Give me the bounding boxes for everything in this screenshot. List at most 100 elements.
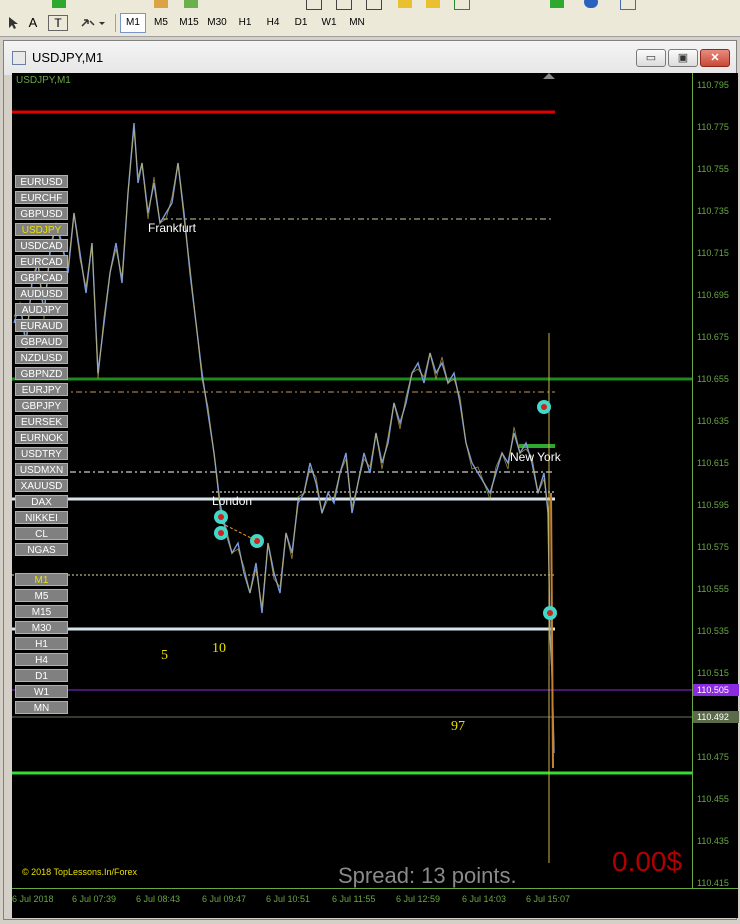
- symbol-button-usdcad[interactable]: USDCAD: [15, 239, 68, 252]
- text-tool-button[interactable]: A: [24, 13, 42, 33]
- symbol-button-usdjpy[interactable]: USDJPY: [15, 223, 68, 236]
- chart-canvas[interactable]: [12, 73, 692, 888]
- zoom-in-icon[interactable]: [398, 0, 412, 8]
- zoom-cursor-icon[interactable]: [4, 13, 22, 33]
- time-tick-label: 6 Jul 2018: [12, 894, 54, 904]
- symbol-button-gbpaud[interactable]: GBPAUD: [15, 335, 68, 348]
- spike-candle: [550, 492, 554, 769]
- time-tick-label: 6 Jul 10:51: [266, 894, 311, 904]
- symbol-button-eurcad[interactable]: EURCAD: [15, 255, 68, 268]
- price-tick-label: 110.655: [697, 374, 729, 384]
- symbol-button-eurjpy[interactable]: EURJPY: [15, 383, 68, 396]
- chart-line-icon[interactable]: [366, 0, 382, 10]
- chart-tf-button-w1[interactable]: W1: [15, 685, 68, 698]
- price-tick-label: 110.635: [697, 416, 729, 426]
- price-tick-label: 110.735: [697, 206, 729, 216]
- price-tick-label: 110.575: [697, 542, 729, 552]
- candle-accent-line: [13, 128, 555, 748]
- new-order-icon[interactable]: [52, 0, 66, 8]
- time-tick-label: 6 Jul 12:59: [396, 894, 441, 904]
- symbol-button-usdtry[interactable]: USDTRY: [15, 447, 68, 460]
- tf-m1-button[interactable]: M1: [120, 13, 146, 33]
- minimize-button[interactable]: ▭: [636, 49, 666, 67]
- price-tick-label: 110.415: [697, 878, 729, 888]
- tf-h4-button[interactable]: H4: [260, 13, 286, 33]
- symbol-button-xauusd[interactable]: XAUUSD: [15, 479, 68, 492]
- symbol-button-ngas[interactable]: NGAS: [15, 543, 68, 556]
- autotrading-icon[interactable]: [184, 0, 198, 8]
- chart-window-icon: [12, 51, 26, 65]
- zoom-out-icon[interactable]: [426, 0, 440, 8]
- chart-tf-button-m1[interactable]: M1: [15, 573, 68, 586]
- symbol-button-gbpnzd[interactable]: GBPNZD: [15, 367, 68, 380]
- window-titlebar[interactable]: USDJPY,M1 ▭ ▣ ✕: [4, 41, 736, 75]
- session-label-frankfurt: Frankfurt: [148, 221, 197, 235]
- price-tick-label: 110.455: [697, 794, 729, 804]
- text-label-tool-button[interactable]: T: [48, 15, 68, 31]
- add-indicator-icon[interactable]: [550, 0, 564, 8]
- chart-tf-button-d1[interactable]: D1: [15, 669, 68, 682]
- symbol-button-audjpy[interactable]: AUDJPY: [15, 303, 68, 316]
- symbol-button-gbpusd[interactable]: GBPUSD: [15, 207, 68, 220]
- price-tick-label: 110.775: [697, 122, 729, 132]
- chart-tf-button-m5[interactable]: M5: [15, 589, 68, 602]
- tf-m15-button[interactable]: M15: [176, 13, 202, 33]
- tf-m30-button[interactable]: M30: [204, 13, 230, 33]
- price-chart[interactable]: [12, 73, 692, 888]
- ask-price-tag: 110.492: [693, 711, 739, 723]
- time-scale[interactable]: 6 Jul 2018 6 Jul 07:39 6 Jul 08:43 6 Jul 09…: [12, 888, 738, 918]
- tf-m5-button[interactable]: M5: [148, 13, 174, 33]
- tile-icon[interactable]: [454, 0, 470, 10]
- symbol-button-usdmxn[interactable]: USDMXN: [15, 463, 68, 476]
- time-tick-label: 6 Jul 08:43: [136, 894, 181, 904]
- time-tick-label: 6 Jul 09:47: [202, 894, 247, 904]
- chart-tf-button-m30[interactable]: M30: [15, 621, 68, 634]
- chart-tf-button-m15[interactable]: M15: [15, 605, 68, 618]
- globe-icon[interactable]: [584, 0, 598, 8]
- symbol-button-eurchf[interactable]: EURCHF: [15, 191, 68, 204]
- symbol-button-cl[interactable]: CL: [15, 527, 68, 540]
- copyright-text: © 2018 TopLessons.In/Forex: [22, 867, 138, 877]
- symbol-button-gbpjpy[interactable]: GBPJPY: [15, 399, 68, 412]
- time-tick-label: 6 Jul 14:03: [462, 894, 507, 904]
- chart-tf-button-mn[interactable]: MN: [15, 701, 68, 714]
- tf-mn-button[interactable]: MN: [344, 13, 370, 33]
- symbol-button-eurusd[interactable]: EURUSD: [15, 175, 68, 188]
- symbol-button-dax[interactable]: DAX: [15, 495, 68, 508]
- price-scale[interactable]: 110.795 110.775 110.755 110.735 110.715 110.6…: [692, 73, 739, 888]
- price-tick-label: 110.435: [697, 836, 729, 846]
- price-tick-label: 110.595: [697, 500, 729, 510]
- tf-h1-button[interactable]: H1: [232, 13, 258, 33]
- chart-tf-button-h4[interactable]: H4: [15, 653, 68, 666]
- count-label-97: 97: [451, 719, 465, 734]
- symbol-button-euraud[interactable]: EURAUD: [15, 319, 68, 332]
- tf-d1-button[interactable]: D1: [288, 13, 314, 33]
- close-button[interactable]: ✕: [700, 49, 730, 67]
- price-tick-label: 110.695: [697, 290, 729, 300]
- time-tick-label: 6 Jul 11:55: [332, 894, 376, 904]
- symbol-button-gbpcad[interactable]: GBPCAD: [15, 271, 68, 284]
- symbol-button-nikkei[interactable]: NIKKEI: [15, 511, 68, 524]
- price-tick-label: 110.535: [697, 626, 729, 636]
- chart-bar-icon[interactable]: [306, 0, 322, 10]
- chart-tf-button-h1[interactable]: H1: [15, 637, 68, 650]
- symbol-button-eurnok[interactable]: EURNOK: [15, 431, 68, 444]
- folder-icon[interactable]: [154, 0, 168, 8]
- price-tick-label: 110.555: [697, 584, 729, 594]
- symbol-button-nzdusd[interactable]: NZDUSD: [15, 351, 68, 364]
- chart-candle-icon[interactable]: [336, 0, 352, 10]
- symbol-button-audusd[interactable]: AUDUSD: [15, 287, 68, 300]
- tf-w1-button[interactable]: W1: [316, 13, 342, 33]
- session-label-london: London: [212, 494, 253, 508]
- bid-price-tag: 110.505: [693, 684, 739, 696]
- options-icon[interactable]: [620, 0, 636, 10]
- symbol-button-eursek[interactable]: EURSEK: [15, 415, 68, 428]
- price-tick-label: 110.475: [697, 752, 729, 762]
- restore-button[interactable]: ▣: [668, 49, 698, 67]
- price-tick-label: 110.615: [697, 458, 729, 468]
- trade-marker-5-dot: [547, 610, 553, 616]
- trade-marker-4-dot: [541, 404, 547, 410]
- chart-symbol-label: USDJPY,M1: [16, 75, 71, 86]
- arrows-tool-button[interactable]: [78, 13, 108, 33]
- price-tick-label: 110.795: [697, 80, 729, 90]
